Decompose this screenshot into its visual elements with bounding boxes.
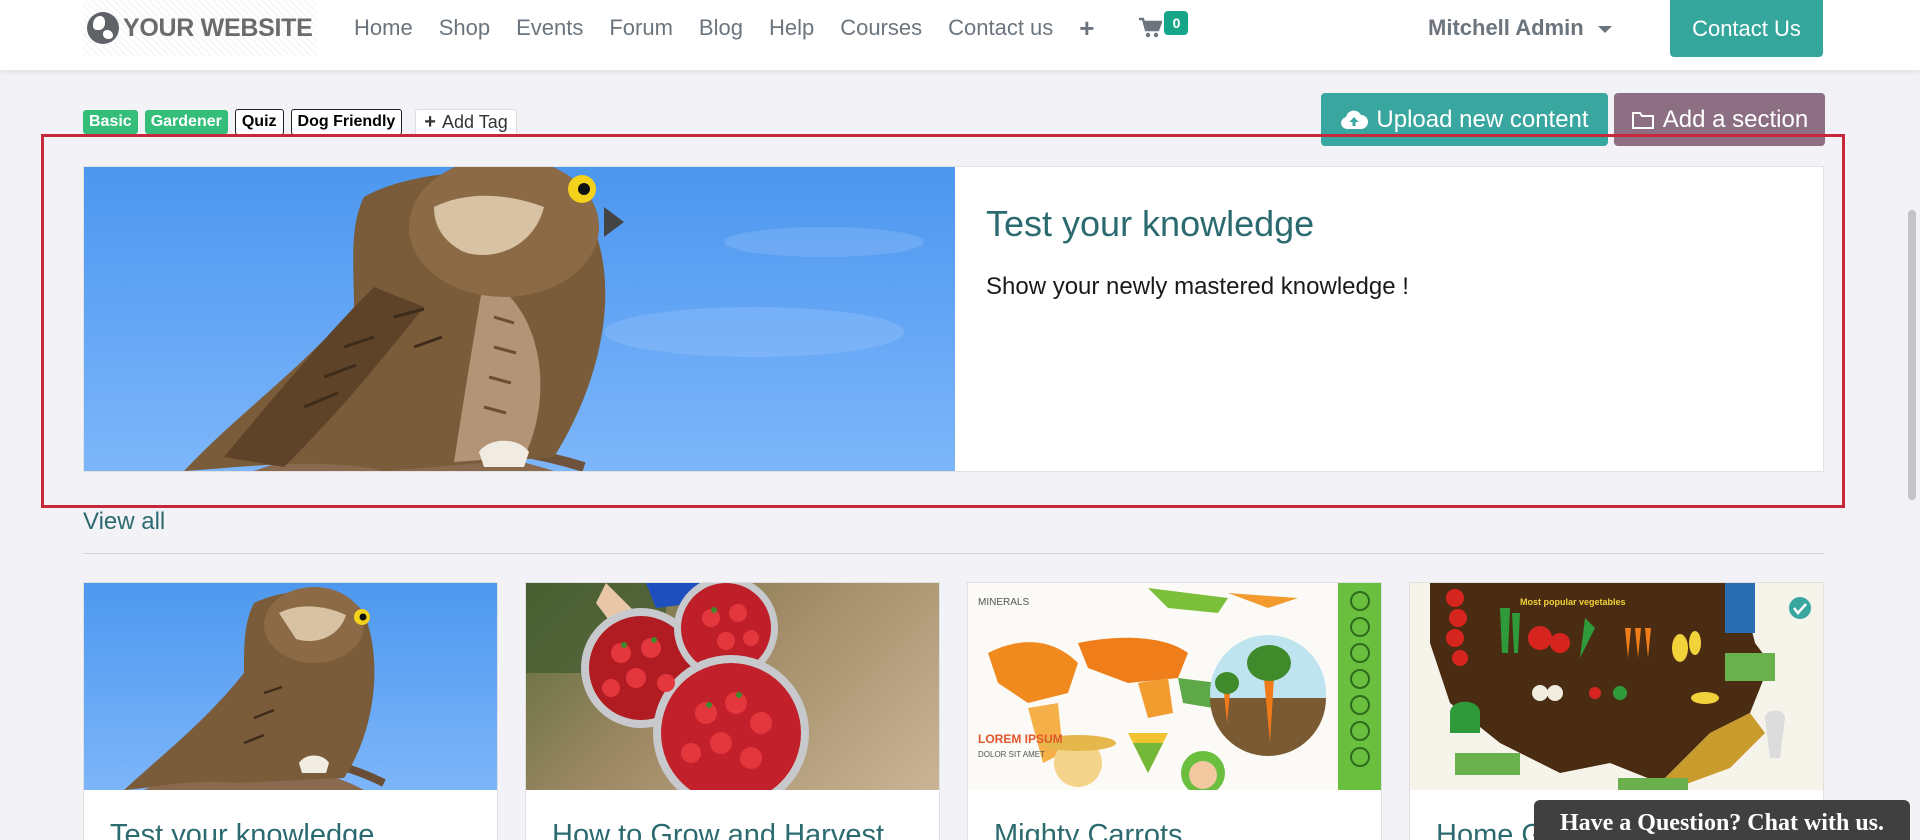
nav-contact-us[interactable]: Contact us	[948, 15, 1053, 41]
folder-icon	[1631, 110, 1655, 130]
svg-text:LOREM IPSUM: LOREM IPSUM	[978, 732, 1063, 746]
add-tag-button[interactable]: + Add Tag	[415, 108, 517, 136]
card-title[interactable]: Test your knowledge	[110, 819, 374, 840]
add-tag-label: Add Tag	[441, 111, 508, 132]
tag-quiz[interactable]: Quiz	[234, 109, 284, 135]
owl-image	[84, 167, 955, 471]
card-title[interactable]: Home G	[1436, 819, 1544, 840]
add-section-label: Add a section	[1662, 105, 1809, 133]
course-card-test-knowledge[interactable]: Test your knowledge	[83, 582, 498, 840]
featured-title[interactable]: Test your knowledge	[986, 203, 1792, 245]
upload-new-content-button[interactable]: Upload new content	[1321, 93, 1608, 146]
featured-body: Test your knowledge Show your newly mast…	[955, 167, 1823, 471]
user-menu-dropdown[interactable]: Mitchell Admin	[1428, 12, 1612, 44]
add-menu-plus-icon[interactable]: +	[1079, 15, 1094, 41]
nav-blog[interactable]: Blog	[699, 15, 743, 41]
contact-us-button[interactable]: Contact Us	[1670, 0, 1823, 57]
site-logo[interactable]: YOUR WEBSITE	[83, 0, 317, 56]
nav-home[interactable]: Home	[354, 15, 413, 41]
user-name: Mitchell Admin	[1428, 15, 1584, 40]
caret-down-icon	[1597, 25, 1612, 33]
owl-thumbnail	[84, 583, 497, 790]
nav-events[interactable]: Events	[516, 15, 583, 41]
svg-text:Most popular vegetables: Most popular vegetables	[1520, 597, 1626, 607]
main-nav: Home Shop Events Forum Blog Help Courses…	[354, 11, 1189, 44]
nav-help[interactable]: Help	[769, 15, 814, 41]
svg-text:DOLOR SIT AMET: DOLOR SIT AMET	[978, 750, 1045, 759]
logo-text: YOUR WEBSITE	[123, 13, 313, 42]
course-card-grow-harvest[interactable]: How to Grow and Harvest	[525, 582, 940, 840]
card-title[interactable]: How to Grow and Harvest	[552, 819, 884, 840]
tag-dog-friendly[interactable]: Dog Friendly	[290, 109, 403, 135]
tag-basic[interactable]: Basic	[83, 110, 138, 134]
featured-description: Show your newly mastered knowledge !	[986, 273, 1409, 300]
page-scrollbar[interactable]	[1908, 210, 1916, 500]
svg-text:MINERALS: MINERALS	[978, 597, 1029, 608]
tag-gardener[interactable]: Gardener	[144, 110, 228, 134]
view-all-link[interactable]: View all	[83, 508, 165, 536]
course-card-mighty-carrots[interactable]: MINERALS LOREM IPSUM DOLOR SIT AMET Migh…	[967, 582, 1382, 840]
vegetables-infographic-thumbnail: Most popular vegetables	[1410, 583, 1823, 790]
upload-label: Upload new content	[1376, 105, 1589, 133]
nav-forum[interactable]: Forum	[609, 15, 673, 41]
cart-link[interactable]: 0	[1138, 11, 1189, 39]
add-section-button[interactable]: Add a section	[1614, 93, 1825, 146]
top-navbar: YOUR WEBSITE Home Shop Events Forum Blog…	[0, 0, 1920, 70]
live-chat-button[interactable]: Have a Question? Chat with us.	[1534, 800, 1910, 840]
course-tags: Basic Gardener Quiz Dog Friendly + Add T…	[83, 108, 517, 136]
cart-count-badge: 0	[1164, 11, 1189, 35]
nav-shop[interactable]: Shop	[439, 15, 490, 41]
globe-icon	[87, 12, 119, 44]
plus-icon: +	[424, 111, 436, 133]
featured-course-card[interactable]: Test your knowledge Show your newly mast…	[83, 166, 1824, 472]
section-divider	[83, 553, 1824, 554]
cloud-upload-icon	[1340, 109, 1369, 131]
card-title[interactable]: Mighty Carrots	[994, 819, 1183, 840]
strawberries-thumbnail	[526, 583, 939, 790]
nav-courses[interactable]: Courses	[840, 15, 922, 41]
shopping-cart-icon	[1138, 17, 1163, 39]
carrots-infographic-thumbnail: MINERALS LOREM IPSUM DOLOR SIT AMET	[968, 583, 1381, 790]
